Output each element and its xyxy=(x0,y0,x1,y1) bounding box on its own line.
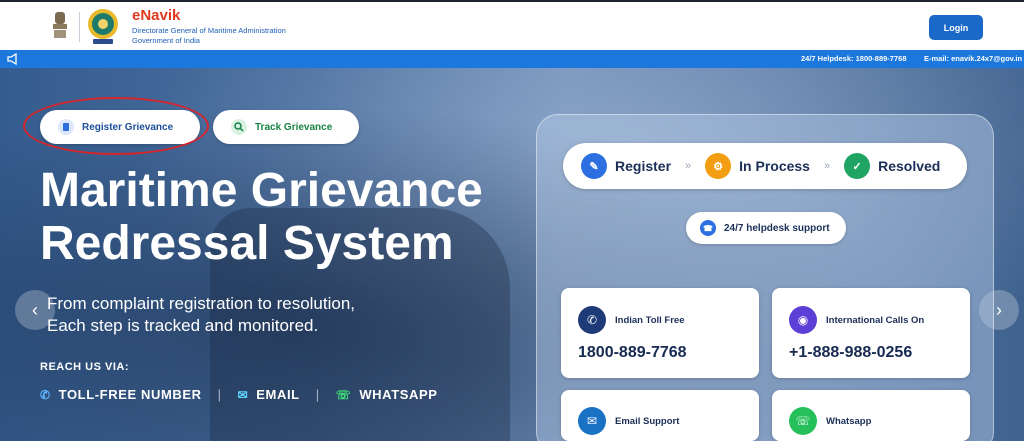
separator: | xyxy=(315,387,320,402)
whatsapp-icon: ☏ xyxy=(335,387,352,402)
megaphone-icon[interactable] xyxy=(7,53,19,65)
step-register-label: Register xyxy=(615,158,672,174)
highlight-circle xyxy=(23,97,209,155)
brand-block: eNavik Directorate General of Maritime A… xyxy=(132,8,286,46)
login-button[interactable]: Login xyxy=(929,15,983,40)
contact-card-email[interactable]: ✉ Email Support xyxy=(561,390,759,441)
hero-desc-line2: Each step is tracked and monitored. xyxy=(47,316,319,335)
contact-card-international[interactable]: ◉ International Calls On +1-888-988-0256 xyxy=(772,288,970,378)
track-grievance-label: Track Grievance xyxy=(255,121,333,133)
whatsapp-icon: ☏ xyxy=(789,407,817,435)
hero-title-line1: Maritime Grievance xyxy=(40,164,483,217)
search-icon xyxy=(231,119,247,135)
chevron-right-icon: » xyxy=(823,160,831,172)
card-label: Email Support xyxy=(615,416,680,427)
step-in-process-label: In Process xyxy=(739,158,810,174)
mail-icon: ✉ xyxy=(237,387,249,402)
step-resolved-label: Resolved xyxy=(878,158,941,174)
mail-icon: ✉ xyxy=(578,407,606,435)
hero-description: From complaint registration to resolutio… xyxy=(47,293,355,337)
helpdesk-support-badge: ☎ 24/7 helpdesk support xyxy=(686,212,846,244)
logo-divider xyxy=(79,12,80,42)
hero-title: Maritime Grievance Redressal System xyxy=(40,164,483,270)
brand-government: Government of India xyxy=(132,36,200,45)
brand-subtitle: Directorate General of Maritime Administ… xyxy=(132,26,286,35)
email-info[interactable]: E-mail: enavik.24x7@gov.in xyxy=(924,54,1022,63)
reach-us-label: REACH US VIA: xyxy=(40,361,130,373)
dgma-seal-logo xyxy=(88,9,118,44)
resolved-icon: ✓ xyxy=(844,153,871,179)
contact-card-tollfree[interactable]: ✆ Indian Toll Free 1800-889-7768 xyxy=(561,288,759,378)
card-value: +1-888-988-0256 xyxy=(789,344,913,361)
top-header: eNavik Directorate General of Maritime A… xyxy=(0,0,1024,50)
globe-icon: ◉ xyxy=(789,306,817,334)
step-register: ✎ Register xyxy=(581,153,671,179)
whatsapp-link[interactable]: WHATSAPP xyxy=(359,387,437,402)
email-link[interactable]: EMAIL xyxy=(256,387,299,402)
brand-title: eNavik xyxy=(132,7,181,24)
process-icon: ⚙ xyxy=(705,153,732,179)
chevron-right-icon: » xyxy=(685,160,692,172)
phone-icon: ✆ xyxy=(40,387,51,402)
card-value: 1800-889-7768 xyxy=(578,344,687,361)
step-resolved: ✓ Resolved xyxy=(844,153,940,179)
track-grievance-button[interactable]: Track Grievance xyxy=(213,110,359,144)
contact-links: ✆ TOLL-FREE NUMBER | ✉ EMAIL | ☏ WHATSAP… xyxy=(40,387,438,402)
phone-icon: ✆ xyxy=(578,306,606,334)
step-in-process: ⚙ In Process xyxy=(705,153,810,179)
hero-desc-line1: From complaint registration to resolutio… xyxy=(47,294,356,313)
contact-card-whatsapp[interactable]: ☏ Whatsapp xyxy=(772,390,970,441)
national-emblem-icon xyxy=(53,12,67,38)
grievance-steps: ✎ Register » ⚙ In Process » ✓ Resolved xyxy=(563,143,967,189)
tollfree-link[interactable]: TOLL-FREE NUMBER xyxy=(59,387,202,402)
card-label: International Calls On xyxy=(826,315,925,326)
helpdesk-info: 24/7 Helpdesk: 1800-889-7768 xyxy=(801,54,907,63)
info-bar: 24/7 Helpdesk: 1800-889-7768 E-mail: ena… xyxy=(0,50,1024,68)
register-icon: ✎ xyxy=(581,153,607,179)
separator: | xyxy=(217,387,222,402)
card-label: Indian Toll Free xyxy=(615,315,685,326)
hero-title-line2: Redressal System xyxy=(40,217,454,270)
card-label: Whatsapp xyxy=(826,416,872,427)
headset-icon: ☎ xyxy=(700,220,716,236)
prev-slide-button[interactable]: ‹ xyxy=(15,290,55,330)
helpdesk-support-label: 24/7 helpdesk support xyxy=(724,222,830,234)
